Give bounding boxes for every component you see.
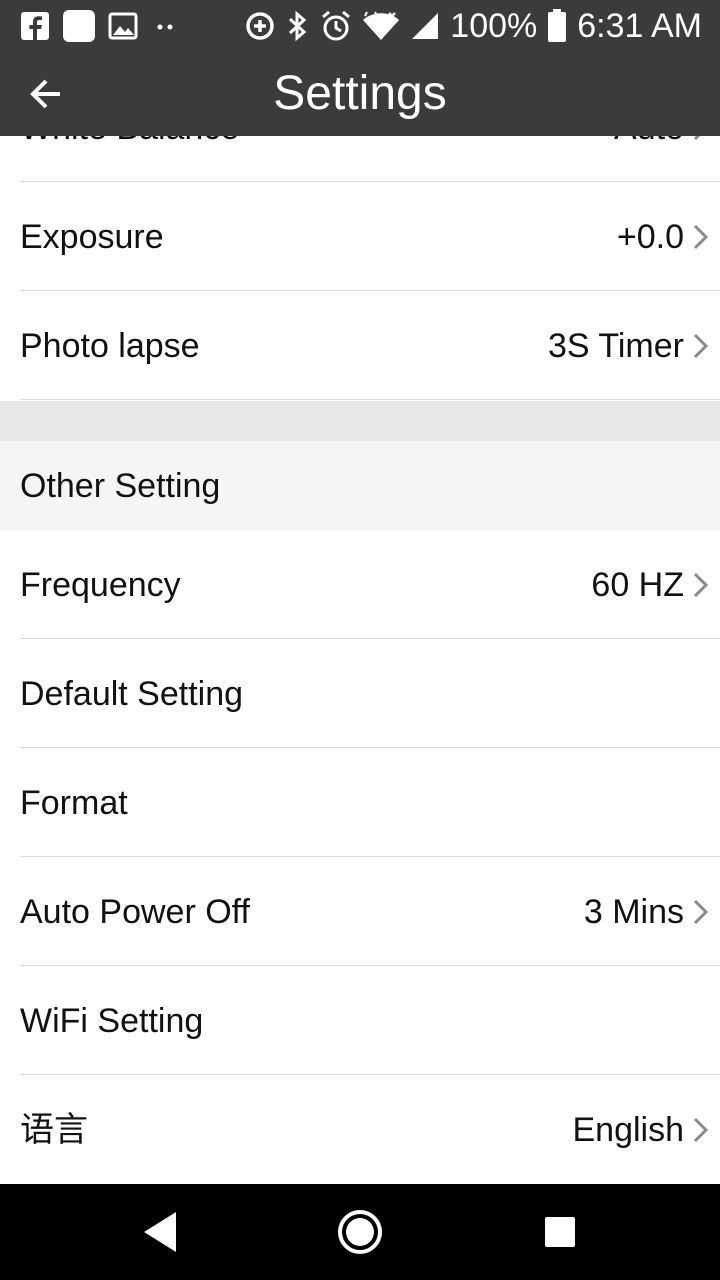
section-header-other-setting: Other Setting — [0, 441, 720, 531]
wifi-icon — [362, 10, 400, 42]
chevron-right-icon — [693, 224, 709, 250]
settings-list[interactable]: White Balance Auto Exposure +0.0 Photo l… — [0, 136, 720, 1184]
home-circle-icon — [338, 1210, 382, 1254]
chevron-right-icon — [693, 1117, 709, 1143]
more-dots-icon — [150, 11, 180, 41]
image-icon — [108, 11, 138, 41]
bluetooth-icon — [286, 9, 310, 43]
setting-row-white-balance[interactable]: White Balance Auto — [20, 136, 720, 182]
app-square-icon — [62, 9, 96, 43]
setting-value: Auto — [614, 136, 684, 182]
section-title: Other Setting — [20, 467, 221, 505]
battery-percent: 100% — [450, 6, 538, 45]
page-title: Settings — [273, 67, 447, 120]
setting-label: Default Setting — [20, 675, 244, 713]
setting-label: 语言 — [20, 1111, 88, 1149]
nav-recents-button[interactable] — [530, 1202, 590, 1262]
setting-row-wifi-setting[interactable]: WiFi Setting — [20, 967, 720, 1075]
setting-value: 60 HZ — [591, 566, 684, 604]
system-nav-bar — [0, 1184, 720, 1280]
setting-label: Exposure — [20, 218, 164, 256]
recents-square-icon — [545, 1217, 575, 1247]
chevron-right-icon — [693, 572, 709, 598]
signal-icon — [410, 11, 440, 41]
setting-row-exposure[interactable]: Exposure +0.0 — [20, 183, 720, 291]
setting-row-auto-power-off[interactable]: Auto Power Off 3 Mins — [20, 858, 720, 966]
back-button[interactable] — [18, 66, 74, 122]
setting-row-language[interactable]: 语言 English — [20, 1076, 720, 1184]
setting-value: 3 Mins — [583, 893, 684, 931]
setting-label: Auto Power Off — [20, 893, 250, 931]
status-bar: 100% 6:31 AM — [0, 0, 720, 52]
facebook-icon — [20, 11, 50, 41]
setting-label: Photo lapse — [20, 327, 200, 365]
setting-value: 3S Timer — [547, 327, 684, 365]
arrow-left-icon — [30, 79, 60, 109]
setting-label: White Balance — [20, 136, 239, 182]
alarm-icon — [320, 10, 352, 42]
setting-row-photo-lapse[interactable]: Photo lapse 3S Timer — [20, 292, 720, 400]
section-spacer — [0, 401, 720, 441]
data-saver-icon — [244, 10, 276, 42]
chevron-right-icon — [693, 333, 709, 359]
chevron-right-icon — [693, 136, 701, 141]
nav-back-button[interactable] — [130, 1202, 190, 1262]
setting-row-default-setting[interactable]: Default Setting — [20, 640, 720, 748]
clock: 6:31 AM — [577, 6, 702, 45]
setting-row-frequency[interactable]: Frequency 60 HZ — [20, 531, 720, 639]
back-triangle-icon — [144, 1212, 176, 1252]
setting-label: WiFi Setting — [20, 1002, 204, 1040]
nav-home-button[interactable] — [330, 1202, 390, 1262]
chevron-right-icon — [693, 899, 709, 925]
setting-value: +0.0 — [616, 218, 684, 256]
setting-value: English — [572, 1111, 684, 1149]
setting-label: Frequency — [20, 566, 181, 604]
app-toolbar: Settings — [0, 52, 720, 136]
setting-label: Format — [20, 784, 128, 822]
battery-icon — [547, 9, 567, 43]
setting-row-format[interactable]: Format — [20, 749, 720, 857]
